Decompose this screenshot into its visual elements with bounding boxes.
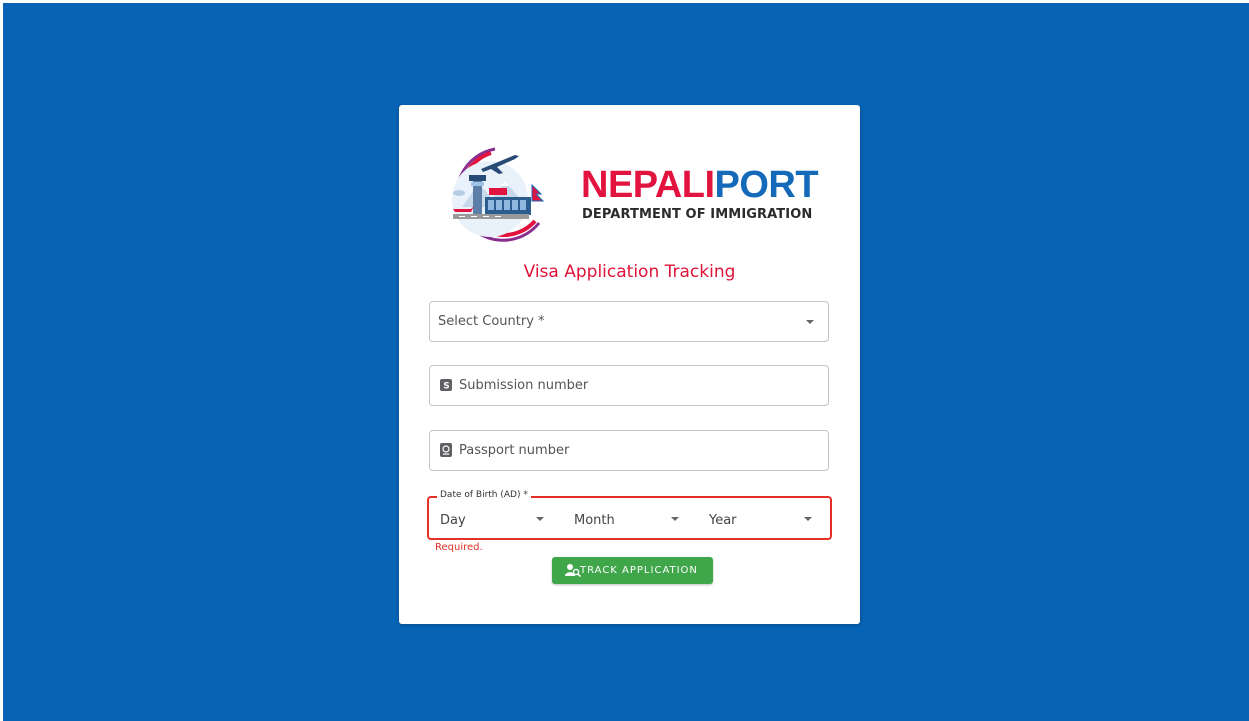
dob-year-label: Year	[709, 513, 737, 528]
chevron-down-icon	[671, 517, 679, 521]
track-application-button[interactable]: TRACK APPLICATION	[552, 557, 713, 584]
passport-number-placeholder: Passport number	[459, 443, 570, 458]
date-of-birth-group: Date of Birth (AD) * Day Month Year	[427, 490, 832, 540]
dob-day-select[interactable]: Day	[429, 498, 559, 538]
passport-number-input[interactable]: Passport number	[429, 430, 829, 471]
tracking-card: NEPALIPORT DEPARTMENT OF IMMIGRATION Vis…	[399, 105, 860, 624]
form-title: Visa Application Tracking	[523, 262, 736, 282]
airport-emblem-icon	[452, 147, 545, 242]
brand-name-nepali: NEPALI	[581, 164, 715, 206]
nepaliport-logo: NEPALIPORT DEPARTMENT OF IMMIGRATION	[437, 141, 819, 246]
passport-icon	[440, 443, 452, 457]
country-select-placeholder: Select Country *	[438, 314, 545, 329]
submission-s-icon: S	[440, 379, 452, 391]
svg-text:S: S	[443, 382, 449, 392]
chevron-down-icon	[806, 320, 814, 324]
dob-day-label: Day	[440, 513, 466, 528]
dob-month-label: Month	[574, 513, 615, 528]
dob-month-select[interactable]: Month	[563, 498, 695, 538]
submission-number-input[interactable]: S Submission number	[429, 365, 829, 406]
user-search-icon	[565, 563, 582, 578]
brand-name-port: PORT	[714, 164, 819, 206]
country-select[interactable]: Select Country *	[429, 301, 829, 342]
submission-number-placeholder: Submission number	[459, 378, 589, 393]
dob-error-text: Required.	[435, 542, 483, 553]
brand-subtitle: DEPARTMENT OF IMMIGRATION	[582, 207, 813, 222]
dob-year-select[interactable]: Year	[698, 498, 830, 538]
chevron-down-icon	[804, 517, 812, 521]
brand-name: NEPALIPORT	[581, 164, 819, 206]
track-application-label: TRACK APPLICATION	[580, 565, 698, 576]
page-background: NEPALIPORT DEPARTMENT OF IMMIGRATION Vis…	[3, 3, 1249, 721]
chevron-down-icon	[536, 517, 544, 521]
